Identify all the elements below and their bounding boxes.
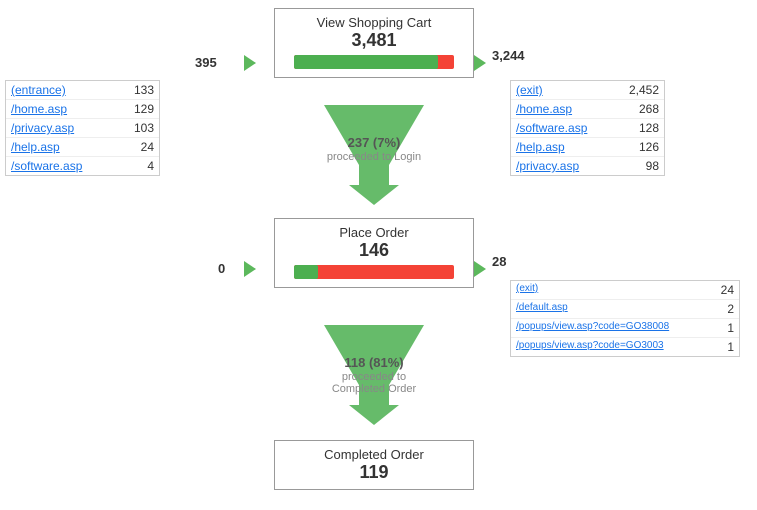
list-item: /privacy.asp 103 (6, 119, 159, 138)
table-count: 126 (639, 140, 659, 154)
connector-1: 237 (7%) proceeded to Login (319, 105, 429, 205)
right-top-arrow (474, 55, 486, 71)
node-title-2: Place Order (285, 225, 463, 240)
connector-2-subtext: proceeded to Completed Order (319, 371, 429, 395)
node-bar-2 (294, 265, 454, 279)
node-view-shopping-cart: View Shopping Cart 3,481 (274, 8, 474, 78)
table-link[interactable]: /home.asp (11, 102, 67, 116)
node-title-1: View Shopping Cart (285, 15, 463, 30)
table-link[interactable]: /default.asp (516, 302, 568, 316)
table-link[interactable]: /privacy.asp (516, 159, 579, 173)
table-count: 24 (721, 283, 734, 297)
table-count: 2,452 (629, 83, 659, 97)
right-top-table: (exit)2,452/home.asp268/software.asp128/… (510, 80, 665, 176)
table-count: 103 (134, 121, 154, 135)
table-count: 133 (134, 83, 154, 97)
table-link[interactable]: /software.asp (11, 159, 82, 173)
node-bar-fill-2 (294, 265, 318, 279)
table-link[interactable]: /software.asp (516, 121, 587, 135)
node-value-2: 146 (285, 240, 463, 261)
left-bottom-arrow (244, 261, 256, 277)
list-item: (entrance) 133 (6, 81, 159, 100)
connector-2-text: 118 (81%) (319, 355, 429, 370)
list-item: /software.asp 128 (511, 119, 664, 138)
table-link[interactable]: (exit) (516, 83, 543, 97)
table-count: 1 (727, 321, 734, 335)
right-top-arrow-label: 3,244 (492, 48, 525, 63)
node-bar-fill-1 (294, 55, 438, 69)
table-count: 2 (727, 302, 734, 316)
table-link[interactable]: /privacy.asp (11, 121, 74, 135)
list-item: /software.asp 4 (6, 157, 159, 175)
table-link[interactable]: /popups/view.asp?code=GO38008 (516, 321, 669, 335)
left-bottom-arrow-label: 0 (218, 261, 225, 276)
table-link[interactable]: (exit) (516, 283, 538, 297)
table-count: 24 (141, 140, 154, 154)
table-link[interactable]: (entrance) (11, 83, 66, 97)
list-item: (exit) 24 (511, 281, 739, 300)
list-item: /home.asp 129 (6, 100, 159, 119)
flow-container: View Shopping Cart 3,481 395 (entrance) 1… (0, 0, 757, 510)
list-item: /help.asp 24 (6, 138, 159, 157)
table-link[interactable]: /help.asp (516, 140, 565, 154)
list-item: /popups/view.asp?code=GO38008 1 (511, 319, 739, 338)
node-completed-order: Completed Order 119 (274, 440, 474, 490)
node-place-order: Place Order 146 (274, 218, 474, 288)
left-top-arrow (244, 55, 256, 71)
left-top-table: (entrance) 133/home.asp 129/privacy.asp 103… (5, 80, 160, 176)
node-value-3: 119 (285, 462, 463, 483)
connector-1-subtext: proceeded to Login (319, 151, 429, 163)
table-count: 98 (646, 159, 659, 173)
list-item: /default.asp 2 (511, 300, 739, 319)
left-top-arrow-label: 395 (195, 55, 217, 70)
right-bottom-table: (exit) 24/default.asp 2/popups/view.asp?co… (510, 280, 740, 357)
list-item: /home.asp 268 (511, 100, 664, 119)
table-count: 129 (134, 102, 154, 116)
list-item: /help.asp 126 (511, 138, 664, 157)
table-count: 4 (147, 159, 154, 173)
list-item: /privacy.asp 98 (511, 157, 664, 175)
table-link[interactable]: /home.asp (516, 102, 572, 116)
table-count: 268 (639, 102, 659, 116)
table-link[interactable]: /popups/view.asp?code=GO3003 (516, 340, 664, 354)
node-title-3: Completed Order (285, 447, 463, 462)
node-bar-1 (294, 55, 454, 69)
list-item: (exit) 2,452 (511, 81, 664, 100)
table-link[interactable]: /help.asp (11, 140, 60, 154)
table-count: 1 (727, 340, 734, 354)
connector-1-text: 237 (7%) (319, 135, 429, 150)
right-bottom-arrow-label: 28 (492, 254, 506, 269)
right-bottom-arrow (474, 261, 486, 277)
connector-2: 118 (81%) proceeded to Completed Order (319, 325, 429, 425)
table-count: 128 (639, 121, 659, 135)
node-value-1: 3,481 (285, 30, 463, 51)
list-item: /popups/view.asp?code=GO3003 1 (511, 338, 739, 356)
